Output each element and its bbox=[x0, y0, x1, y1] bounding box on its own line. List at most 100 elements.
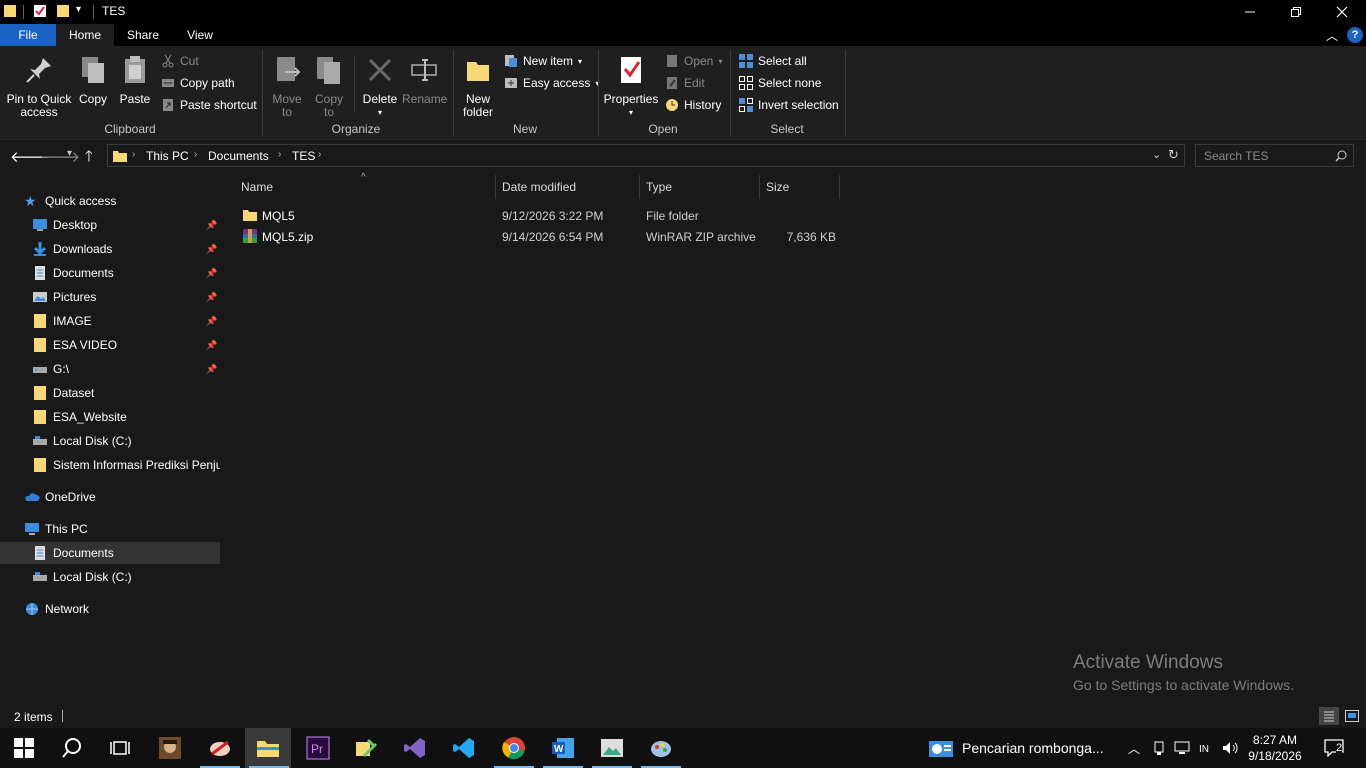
tab-share[interactable]: Share bbox=[114, 24, 172, 46]
action-center-button[interactable]: 2 bbox=[1314, 728, 1354, 768]
nav-item-sistem-informasi[interactable]: Sistem Informasi Prediksi Penjualan bbox=[0, 454, 220, 476]
collapse-ribbon-chevron-icon[interactable]: ︿ bbox=[1326, 27, 1338, 44]
new-folder-icon bbox=[467, 62, 489, 81]
network-status-icon[interactable] bbox=[1172, 728, 1192, 768]
nav-item-dataset[interactable]: Dataset bbox=[0, 382, 220, 404]
taskbar-app-visual-studio[interactable] bbox=[391, 728, 439, 768]
column-header-size[interactable]: Size bbox=[760, 175, 840, 199]
nav-item-local-disk-this-pc[interactable]: Local Disk (C:) bbox=[0, 566, 220, 588]
chevron-right-icon[interactable]: › bbox=[318, 149, 321, 160]
close-button[interactable] bbox=[1319, 0, 1365, 24]
nav-network[interactable]: Network bbox=[0, 598, 220, 620]
new-item-button[interactable]: New item ▾ bbox=[504, 51, 582, 71]
copy-to-button[interactable]: Copy to bbox=[310, 54, 348, 119]
breadcrumb-tes[interactable]: TES bbox=[292, 149, 315, 163]
delete-button[interactable]: Delete ▾ bbox=[360, 54, 400, 119]
recent-locations-chevron-icon[interactable]: ▾ bbox=[67, 148, 72, 159]
clock[interactable]: 8:27 AM 9/18/2026 bbox=[1246, 728, 1304, 768]
taskbar-app-chrome[interactable] bbox=[490, 728, 538, 768]
copy-button[interactable]: Copy bbox=[76, 54, 110, 106]
new-folder-icon[interactable] bbox=[56, 4, 70, 18]
chevron-right-icon[interactable]: › bbox=[194, 149, 197, 160]
column-header-name[interactable]: Name bbox=[235, 175, 496, 199]
select-all-button[interactable]: Select all bbox=[739, 51, 807, 71]
chevron-down-icon[interactable]: ⌄ bbox=[1152, 148, 1161, 161]
cut-button[interactable]: Cut bbox=[161, 51, 199, 71]
paste-shortcut-button[interactable]: Paste shortcut bbox=[161, 95, 257, 115]
notification-news-button[interactable]: Pencarian rombonga... bbox=[928, 728, 1113, 768]
column-header-type[interactable]: Type bbox=[640, 175, 760, 199]
volume-icon[interactable] bbox=[1220, 728, 1242, 768]
restore-button[interactable] bbox=[1273, 0, 1319, 24]
table-row[interactable]: MQL5 9/12/2026 3:22 PM File folder bbox=[238, 205, 842, 226]
nav-item-documents[interactable]: Documents 📌 bbox=[0, 262, 220, 284]
tab-view[interactable]: View bbox=[172, 24, 228, 46]
nav-item-desktop[interactable]: Desktop 📌 bbox=[0, 214, 220, 236]
chevron-right-icon[interactable]: › bbox=[132, 149, 135, 160]
paste-button[interactable]: Paste bbox=[118, 54, 152, 106]
nav-item-image[interactable]: IMAGE 📌 bbox=[0, 310, 220, 332]
taskbar-app-word[interactable]: W bbox=[539, 728, 587, 768]
pin-to-quick-access-button[interactable]: Pin to Quick access bbox=[4, 54, 74, 119]
details-view-button[interactable] bbox=[1319, 707, 1339, 725]
rename-button[interactable]: Rename bbox=[402, 54, 447, 106]
taskbar-app-tools[interactable] bbox=[342, 728, 390, 768]
nav-item-esa-video[interactable]: ESA VIDEO 📌 bbox=[0, 334, 220, 356]
nav-item-documents-this-pc[interactable]: Documents bbox=[0, 542, 220, 564]
tab-file[interactable]: File bbox=[0, 24, 56, 46]
nav-onedrive[interactable]: OneDrive bbox=[0, 486, 220, 508]
minimize-button[interactable] bbox=[1227, 0, 1273, 24]
input-language-icon[interactable]: IN bbox=[1196, 728, 1218, 768]
notification-count-badge: 2 bbox=[1336, 742, 1343, 754]
tab-home[interactable]: Home bbox=[56, 24, 114, 46]
large-icons-view-button[interactable] bbox=[1342, 707, 1362, 725]
nav-item-g-drive[interactable]: G:\ 📌 bbox=[0, 358, 220, 380]
forward-arrow-icon[interactable]: 🡒 bbox=[40, 147, 80, 166]
nav-item-pictures[interactable]: Pictures 📌 bbox=[0, 286, 220, 308]
nav-item-local-disk[interactable]: Local Disk (C:) bbox=[0, 430, 220, 452]
search-icon bbox=[62, 738, 81, 758]
easy-access-button[interactable]: Easy access▾ bbox=[504, 73, 599, 93]
taskbar-app-paint[interactable] bbox=[196, 728, 244, 768]
address-row: 🡐 🡒 ▾ 🡑 › This PC › Documents › TES › ⌄ … bbox=[0, 140, 1366, 172]
winrar-archive-icon bbox=[243, 229, 257, 243]
taskbar-app-photos[interactable] bbox=[588, 728, 636, 768]
breadcrumb-documents[interactable]: Documents bbox=[208, 149, 269, 163]
taskbar-app-vscode[interactable] bbox=[440, 728, 488, 768]
copy-path-button[interactable]: Copy path bbox=[161, 73, 235, 93]
select-none-button[interactable]: Select none bbox=[739, 73, 821, 93]
taskbar-app-paint-3d[interactable] bbox=[637, 728, 685, 768]
edit-button[interactable]: Edit bbox=[665, 73, 705, 93]
address-bar[interactable]: › This PC › Documents › TES › ⌄ ↻ bbox=[107, 144, 1185, 167]
history-button[interactable]: History bbox=[665, 95, 721, 115]
breadcrumb-this-pc[interactable]: This PC bbox=[146, 149, 189, 163]
new-folder-button[interactable]: New folder bbox=[458, 54, 498, 119]
table-row[interactable]: MQL5.zip 9/14/2026 6:54 PM WinRAR ZIP ar… bbox=[238, 226, 842, 247]
cloud-icon bbox=[25, 493, 40, 501]
nav-item-downloads[interactable]: Downloads 📌 bbox=[0, 238, 220, 260]
usb-device-icon[interactable] bbox=[1149, 728, 1169, 768]
column-header-date-modified[interactable]: Date modified bbox=[496, 175, 640, 199]
open-button[interactable]: Open ▾ bbox=[665, 51, 722, 71]
properties-icon[interactable] bbox=[33, 4, 47, 18]
up-arrow-icon[interactable]: 🡑 bbox=[85, 146, 93, 171]
download-icon bbox=[33, 242, 47, 256]
search-button[interactable] bbox=[48, 728, 96, 768]
refresh-icon[interactable]: ↻ bbox=[1168, 147, 1179, 163]
move-to-button[interactable]: Move to bbox=[268, 54, 306, 119]
chevron-right-icon[interactable]: › bbox=[278, 149, 281, 160]
customize-toolbar-chevron-icon[interactable]: ▾ bbox=[76, 4, 81, 15]
nav-quick-access[interactable]: ★ Quick access bbox=[24, 190, 222, 212]
properties-button[interactable]: Properties ▾ bbox=[603, 54, 659, 119]
search-box[interactable]: Search TES bbox=[1195, 144, 1354, 167]
taskbar-app-premiere[interactable]: Pr bbox=[294, 728, 342, 768]
nav-this-pc[interactable]: This PC bbox=[0, 518, 220, 540]
invert-selection-button[interactable]: Invert selection bbox=[739, 95, 839, 115]
show-hidden-icons-chevron-icon[interactable]: ︿ bbox=[1124, 728, 1144, 768]
help-icon[interactable]: ? bbox=[1347, 27, 1363, 43]
task-view-button[interactable] bbox=[96, 728, 144, 768]
taskbar-app-game[interactable] bbox=[146, 728, 194, 768]
nav-item-esa-website[interactable]: ESA_Website bbox=[0, 406, 220, 428]
taskbar-app-file-explorer[interactable] bbox=[245, 728, 291, 768]
start-button[interactable] bbox=[0, 728, 48, 768]
